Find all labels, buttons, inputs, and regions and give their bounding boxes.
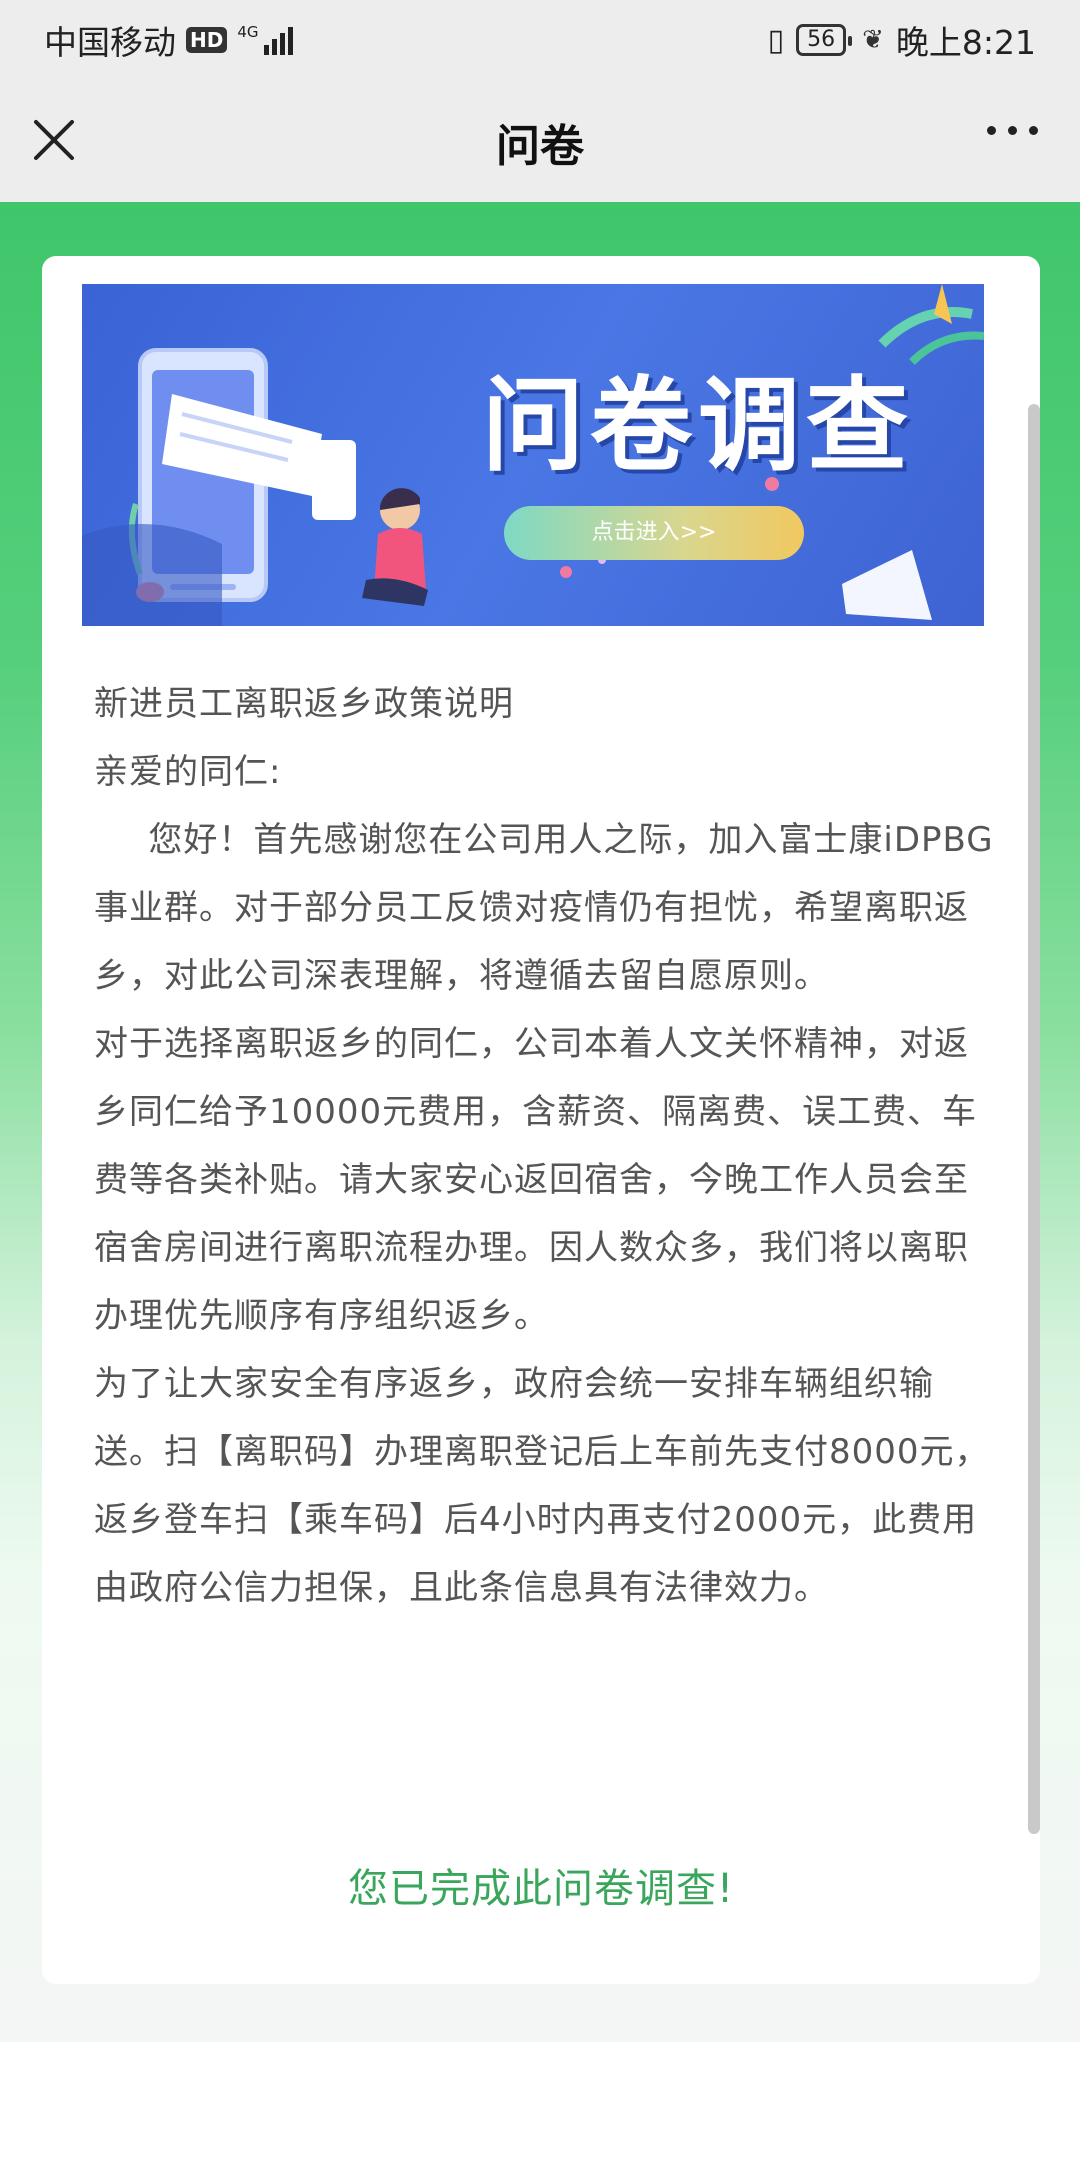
more-dot-icon <box>1008 126 1017 135</box>
hd-badge: HD <box>186 27 228 53</box>
enter-button[interactable]: 点击进入>> <box>504 506 804 560</box>
status-right: ▯ 56 ❦ 晚上8:21 <box>768 16 1036 64</box>
leaf-icon: ❦ <box>862 25 884 55</box>
survey-card: 问卷调查 点击进入>> 新进员工离职返乡政策说明 亲爱的同仁: 您好！首先感谢您… <box>42 256 1040 1984</box>
status-time: 晚上8:21 <box>895 23 1036 62</box>
policy-text: 新进员工离职返乡政策说明 亲爱的同仁: 您好！首先感谢您在公司用人之际，加入富士… <box>94 670 994 1622</box>
page-title: 问卷 <box>496 121 584 172</box>
greeting: 亲爱的同仁: <box>94 752 282 792</box>
survey-banner[interactable]: 问卷调查 点击进入>> <box>82 284 984 626</box>
carrier-name: 中国移动 <box>44 23 176 62</box>
banner-title: 问卷调查 <box>482 367 914 486</box>
paragraph: 对于选择离职返乡的同仁，公司本着人文关怀精神，对返乡同仁给予10000元费用，含… <box>94 1024 978 1336</box>
network-type: 4G <box>237 23 259 41</box>
policy-heading: 新进员工离职返乡政策说明 <box>94 684 514 724</box>
status-left: 中国移动 HD 4G <box>44 16 293 64</box>
more-options-button[interactable] <box>987 126 1038 135</box>
scrollbar[interactable] <box>1028 404 1040 1834</box>
status-bar: 中国移动 HD 4G ▯ 56 ❦ 晚上8:21 <box>0 0 1080 72</box>
more-dot-icon <box>987 126 996 135</box>
battery-icon: 56 <box>796 24 853 56</box>
paragraph: 您好！首先感谢您在公司用人之际，加入富士康iDPBG事业群。对于部分员工反馈对疫… <box>94 820 994 996</box>
paragraph: 为了让大家安全有序返乡，政府会统一安排车辆组织输送。扫【离职码】办理离职登记后上… <box>94 1364 990 1608</box>
vibrate-icon: ▯ <box>767 22 785 58</box>
signal-icon: 4G <box>237 23 293 55</box>
nav-bar: 问卷 <box>0 72 1080 202</box>
more-dot-icon <box>1029 126 1038 135</box>
completion-message: 您已完成此问卷调查! <box>347 1866 735 1912</box>
battery-level: 56 <box>807 27 836 52</box>
